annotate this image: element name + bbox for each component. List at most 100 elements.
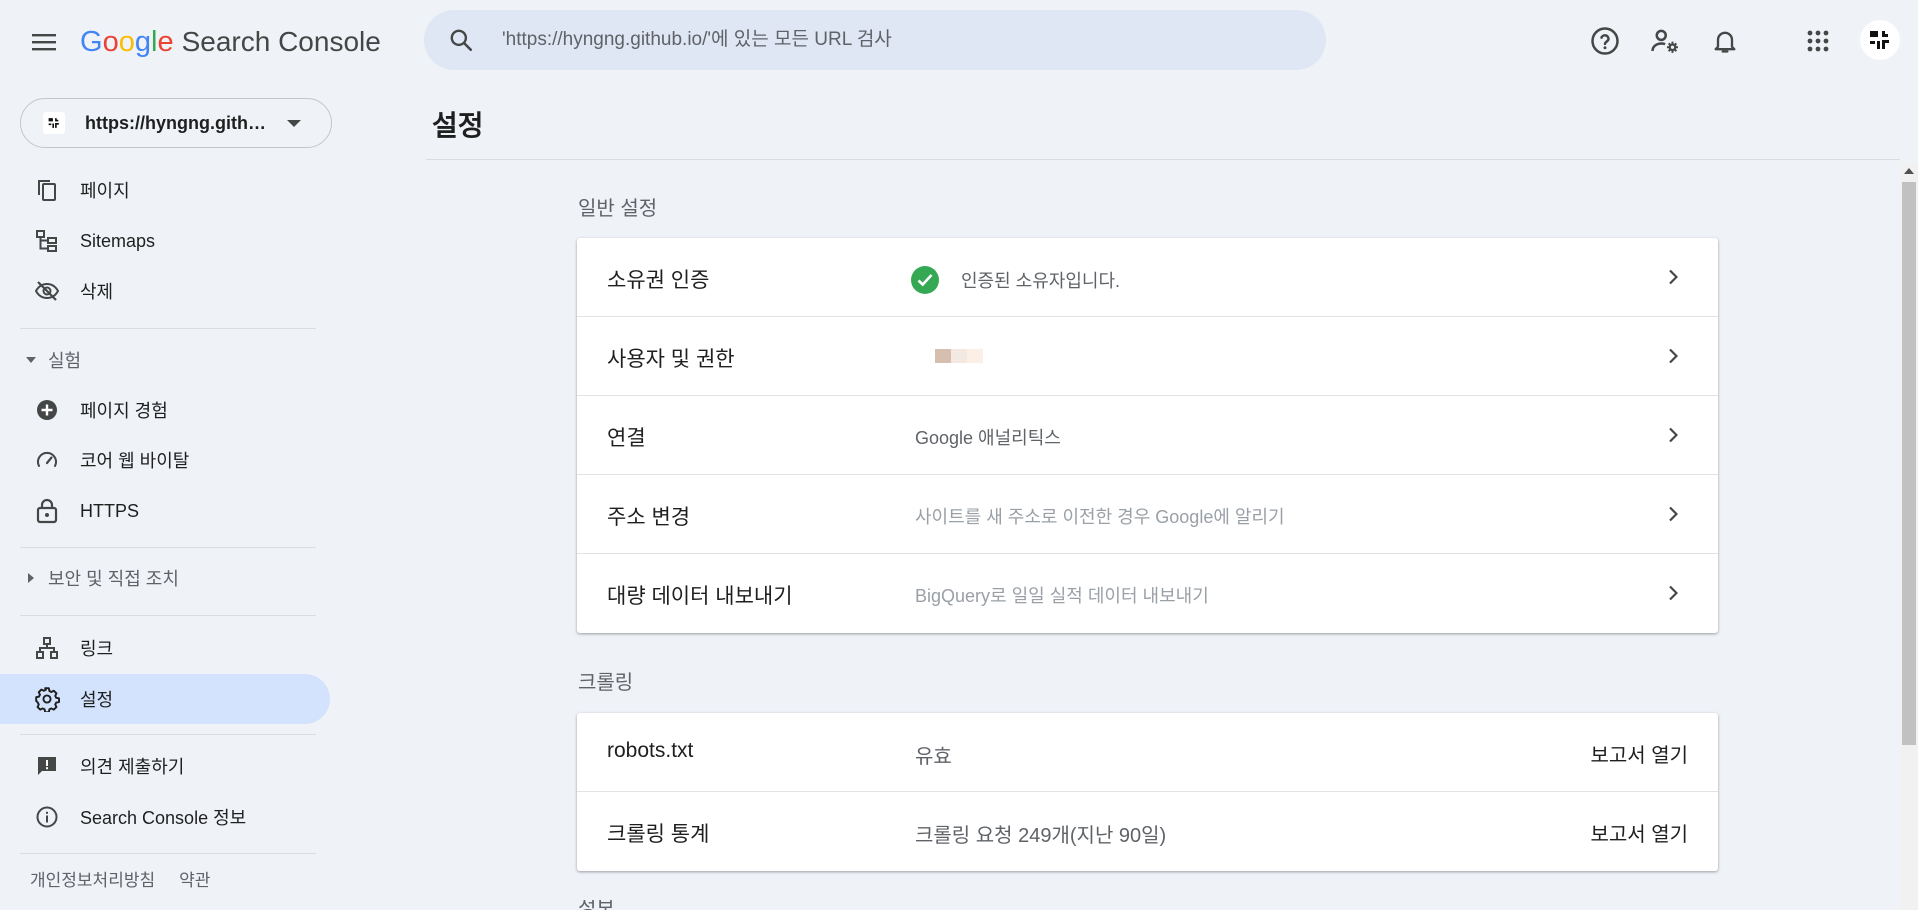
caret-right-icon [20,573,42,583]
section-toggle-experience[interactable]: 실험 [20,345,81,375]
sitemap-icon [34,228,60,254]
settings-row-associations[interactable]: 연결 Google 애널리틱스 [577,396,1718,475]
row-value: 크롤링 요청 249개(지난 90일) [915,825,1167,847]
title-divider [426,159,1900,160]
avatar-glyph-icon [1867,27,1893,53]
verified-check-icon [911,266,939,294]
section-label: 실험 [48,351,82,371]
row-value: 사이트를 새 주소로 이전한 경우 Google에 알리기 [915,507,1285,527]
sidebar-item-label: 링크 [80,639,114,659]
bell-icon [1711,27,1739,55]
sidebar-item-links[interactable]: 링크 [0,623,330,673]
sidebar-item-label: HTTPS [80,500,140,521]
sidebar-item-label: 설정 [80,690,114,710]
sidebar-item-label: 코어 웹 바이탈 [80,451,190,471]
sidebar-item-label: 페이지 [80,181,130,201]
row-value: 유효 [915,746,952,768]
sidebar-item-label: Search Console 정보 [80,808,247,828]
settings-row-bulk-export[interactable]: 대량 데이터 내보내기 BigQuery로 일일 실적 데이터 내보내기 [577,554,1718,633]
settings-row-change-of-address[interactable]: 주소 변경 사이트를 새 주소로 이전한 경우 Google에 알리기 [577,475,1718,554]
row-name: 연결 [607,427,646,450]
sidebar-nav: https://hyngng.github.io/ 페이지 Sitemaps 삭… [0,82,332,910]
crawling-card: robots.txt 유효 보고서 열기 크롤링 통계 크롤링 요청 249개(… [577,713,1718,871]
row-value: BigQuery로 일일 실적 데이터 내보내기 [915,586,1209,606]
settings-row-users-permissions[interactable]: 사용자 및 권한 [577,317,1718,396]
sidebar-divider [20,734,316,735]
sidebar-item-settings[interactable]: 설정 [0,674,330,724]
search-console-logo[interactable]: Google Search Console [80,22,381,62]
logo-letter: G [80,25,103,58]
crawl-row-robots: robots.txt 유효 보고서 열기 [577,713,1718,792]
row-name: 주소 변경 [607,506,691,529]
sidebar-item-feedback[interactable]: 의견 제출하기 [0,741,330,791]
sidebar-item-label: 의견 제출하기 [80,757,185,777]
settings-row-ownership[interactable]: 소유권 인증 인증된 소유자입니다. [577,238,1718,317]
sidebar-item-core-web-vitals[interactable]: 코어 웹 바이탈 [0,435,330,485]
chevron-down-icon [287,119,301,127]
terms-link[interactable]: 약관 [179,866,210,891]
sidebar-item-pages[interactable]: 페이지 [0,165,330,215]
speed-gauge-icon [34,447,60,473]
general-settings-heading: 일반 설정 [578,198,658,220]
open-report-button[interactable]: 보고서 열기 [1590,818,1688,847]
property-label: https://hyngng.github.io/ [85,112,275,133]
chevron-right-icon [1662,424,1684,446]
search-console-settings-button[interactable] [1648,24,1682,58]
row-value [915,345,983,363]
open-report-button[interactable]: 보고서 열기 [1590,739,1688,768]
apps-grid-icon [1806,29,1830,53]
sidebar-item-sitemaps[interactable]: Sitemaps [0,216,330,266]
sidebar-item-page-experience[interactable]: 페이지 경험 [0,385,330,435]
account-avatar[interactable] [1860,20,1900,60]
product-name: Search Console [181,26,381,57]
logo-letter: g [134,25,151,58]
logo-letter: e [157,25,174,58]
sidebar-divider [20,328,316,329]
section-toggle-security[interactable]: 보안 및 직접 조치 [20,563,179,593]
links-network-icon [34,635,60,661]
section-label: 보안 및 직접 조치 [48,569,179,589]
scroll-up-arrow-icon[interactable] [1904,168,1914,174]
google-apps-button[interactable] [1801,24,1835,58]
row-name: 사용자 및 권한 [607,348,735,371]
info-icon [34,804,60,830]
row-name: 소유권 인증 [607,269,710,292]
main-menu-button[interactable] [28,26,60,58]
plus-circle-icon [34,397,60,423]
sidebar-item-https[interactable]: HTTPS [0,486,330,536]
row-value: 인증된 소유자입니다. [911,266,1121,294]
general-settings-card: 소유권 인증 인증된 소유자입니다. 사용자 및 권한 연결 Google 애널… [577,238,1718,633]
logo-letter: o [118,25,135,58]
caret-down-icon [20,357,42,363]
row-name: 대량 데이터 내보내기 [607,585,793,608]
property-favicon-icon [43,112,65,134]
privacy-link[interactable]: 개인정보처리방침 [30,866,155,891]
chevron-right-icon [1662,582,1684,604]
help-circle-icon [1590,26,1620,56]
chevron-right-icon [1662,266,1684,288]
sidebar-item-removals[interactable]: 삭제 [0,266,330,316]
row-name: robots.txt [607,739,694,762]
sidebar-item-about[interactable]: Search Console 정보 [0,792,330,842]
sidebar-divider [20,853,316,854]
search-icon[interactable] [446,25,476,55]
crawling-heading: 크롤링 [578,672,634,694]
crawl-row-stats: 크롤링 통계 크롤링 요청 249개(지난 90일) 보고서 열기 [577,792,1718,871]
next-section-text: 정보 [578,900,615,910]
url-inspection-search[interactable] [424,10,1326,70]
feedback-icon [34,753,60,779]
sidebar-divider [20,615,316,616]
manage-accounts-icon [1650,26,1680,56]
help-button[interactable] [1588,24,1622,58]
visibility-off-icon [34,278,60,304]
sidebar-item-label: Sitemaps [80,230,156,251]
search-input[interactable] [502,29,1282,51]
redacted-user-avatars [935,349,983,363]
sidebar-item-label: 페이지 경험 [80,401,168,421]
property-selector[interactable]: https://hyngng.github.io/ [20,98,332,148]
main-scrollbar-thumb[interactable] [1902,182,1916,745]
notifications-button[interactable] [1708,24,1742,58]
top-app-bar: Google Search Console [0,0,1918,82]
ownership-status: 인증된 소유자입니다. [961,271,1121,291]
hamburger-menu-icon [31,32,57,52]
